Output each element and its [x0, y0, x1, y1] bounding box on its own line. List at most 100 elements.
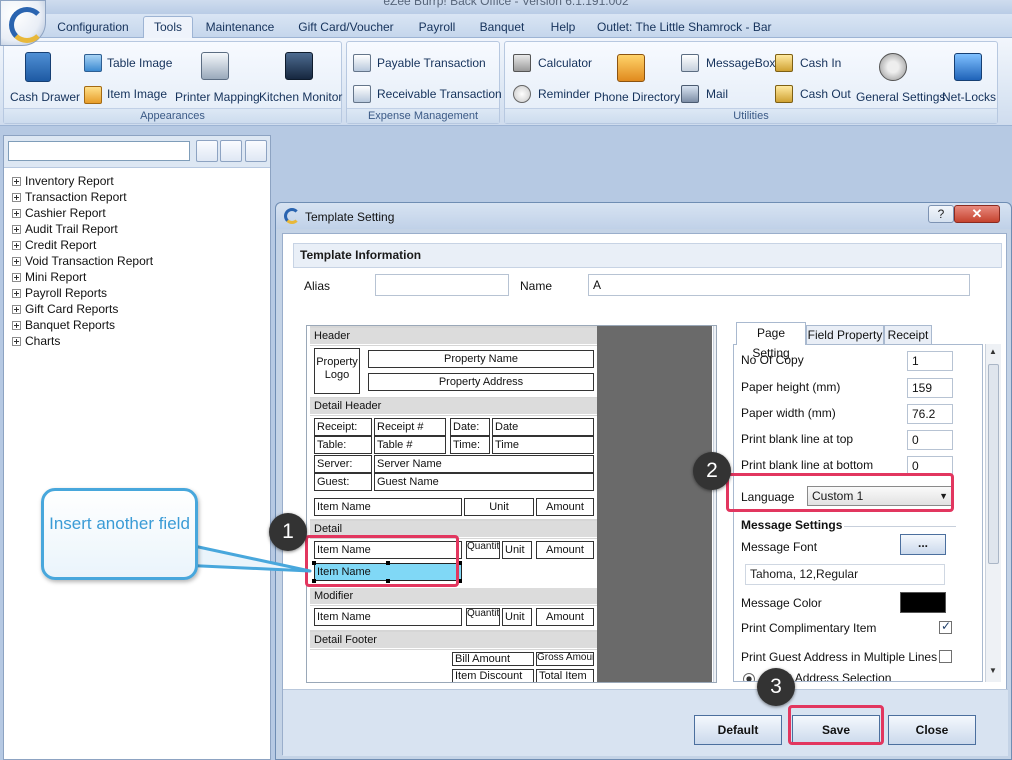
alias-input[interactable]: [375, 274, 509, 296]
field-modifier-quantity[interactable]: Quantity: [466, 608, 500, 626]
receivable-transaction-button[interactable]: Receivable Transaction: [377, 87, 502, 101]
field-property-address[interactable]: Property Address: [368, 373, 594, 391]
field-property-logo[interactable]: Property Logo: [314, 348, 360, 394]
field-quantity[interactable]: Quantity: [466, 541, 500, 559]
expand-icon[interactable]: [12, 321, 21, 330]
expand-icon[interactable]: [12, 257, 21, 266]
kitchen-monitor-button[interactable]: Kitchen Monitor: [259, 90, 342, 104]
expand-icon[interactable]: [12, 289, 21, 298]
field-table-number[interactable]: Table #: [374, 436, 446, 454]
close-button[interactable]: Close: [888, 715, 976, 745]
radio-icon[interactable]: [743, 673, 755, 681]
field-guest-name[interactable]: Guest Name: [374, 473, 594, 491]
default-button[interactable]: Default: [694, 715, 782, 745]
tab-field-property[interactable]: Field Property: [806, 325, 884, 345]
tab-payroll[interactable]: Payroll: [412, 18, 462, 38]
help-button[interactable]: ?: [928, 205, 954, 223]
field-time[interactable]: Time: [492, 436, 594, 454]
net-locks-button[interactable]: Net-Locks: [942, 90, 996, 104]
tab-page-setting[interactable]: Page Setting: [736, 322, 806, 360]
mail-button[interactable]: Mail: [706, 87, 728, 101]
payable-transaction-button[interactable]: Payable Transaction: [377, 56, 486, 70]
tab-banquet[interactable]: Banquet: [474, 18, 530, 38]
table-image-button[interactable]: Table Image: [107, 56, 172, 70]
field-guest-label[interactable]: Guest:: [314, 473, 372, 491]
tab-tools[interactable]: Tools: [143, 16, 193, 39]
field-receipt-label[interactable]: Receipt:: [314, 418, 372, 436]
calculator-button[interactable]: Calculator: [538, 56, 592, 70]
expand-icon[interactable]: [12, 305, 21, 314]
field-item-discount[interactable]: Item Discount: [452, 669, 534, 682]
tree-item-cashier-report[interactable]: Cashier Report: [12, 205, 106, 221]
scroll-thumb[interactable]: [716, 346, 717, 454]
field-amount[interactable]: Amount: [536, 541, 594, 559]
cash-drawer-button[interactable]: Cash Drawer: [10, 90, 80, 104]
expand-icon[interactable]: [12, 209, 21, 218]
messagebox-button[interactable]: MessageBox: [706, 56, 775, 70]
blank-line-top-input[interactable]: 0: [907, 430, 953, 450]
tree-item-transaction-report[interactable]: Transaction Report: [12, 189, 127, 205]
sort-icon[interactable]: [245, 140, 267, 162]
cash-out-button[interactable]: Cash Out: [800, 87, 851, 101]
reminder-button[interactable]: Reminder: [538, 87, 590, 101]
expand-icon[interactable]: [12, 337, 21, 346]
tree-item-void-transaction-report[interactable]: Void Transaction Report: [12, 253, 153, 269]
field-item-name-header[interactable]: Item Name: [314, 498, 462, 516]
tree-item-payroll-reports[interactable]: Payroll Reports: [12, 285, 107, 301]
field-modifier-unit[interactable]: Unit: [502, 608, 532, 626]
expand-icon[interactable]: [12, 273, 21, 282]
field-server-label[interactable]: Server:: [314, 455, 372, 473]
paper-height-input[interactable]: 159: [907, 378, 953, 398]
tree-item-audit-trail-report[interactable]: Audit Trail Report: [12, 221, 118, 237]
field-server-name[interactable]: Server Name: [374, 455, 594, 473]
tree-item-credit-report[interactable]: Credit Report: [12, 237, 96, 253]
tab-configuration[interactable]: Configuration: [52, 18, 134, 38]
field-unit-header[interactable]: Unit: [464, 498, 534, 516]
item-image-button[interactable]: Item Image: [107, 87, 167, 101]
printer-mapping-button[interactable]: Printer Mapping: [175, 90, 260, 104]
field-unit[interactable]: Unit: [502, 541, 532, 559]
field-gross-amount[interactable]: Gross Amount: [536, 652, 594, 666]
print-guest-address-checkbox[interactable]: [939, 650, 952, 663]
scroll-down-icon[interactable]: ▼: [989, 666, 997, 675]
tree-item-banquet-reports[interactable]: Banquet Reports: [12, 317, 115, 333]
field-table-label[interactable]: Table:: [314, 436, 372, 454]
close-window-button[interactable]: ✕: [954, 205, 1000, 223]
tab-receipt[interactable]: Receipt: [884, 325, 932, 345]
paper-width-input[interactable]: 76.2: [907, 404, 953, 424]
expand-icon[interactable]: [12, 193, 21, 202]
no-of-copy-input[interactable]: 1: [907, 351, 953, 371]
field-property-name[interactable]: Property Name: [368, 350, 594, 368]
binoculars-icon[interactable]: [196, 140, 218, 162]
refresh-icon[interactable]: [220, 140, 242, 162]
expand-icon[interactable]: [12, 225, 21, 234]
tree-item-inventory-report[interactable]: Inventory Report: [12, 173, 114, 189]
tree-item-charts[interactable]: Charts: [12, 333, 60, 349]
general-settings-button[interactable]: General Settings: [856, 90, 945, 104]
expand-icon[interactable]: [12, 241, 21, 250]
field-receipt-number[interactable]: Receipt #: [374, 418, 446, 436]
preview-scrollbar[interactable]: ▲: [713, 326, 717, 682]
field-total-item[interactable]: Total Item: [536, 669, 594, 682]
field-modifier-amount[interactable]: Amount: [536, 608, 594, 626]
field-modifier-item-name[interactable]: Item Name: [314, 608, 462, 626]
settings-scrollbar[interactable]: ▲ ▼: [985, 344, 1001, 682]
tree-search-input[interactable]: [8, 141, 190, 161]
field-date-label[interactable]: Date:: [450, 418, 490, 436]
tree-item-gift-card-reports[interactable]: Gift Card Reports: [12, 301, 118, 317]
field-date[interactable]: Date: [492, 418, 594, 436]
tree-item-mini-report[interactable]: Mini Report: [12, 269, 86, 285]
message-color-swatch[interactable]: [900, 592, 946, 613]
tab-help[interactable]: Help: [543, 18, 583, 38]
field-time-label[interactable]: Time:: [450, 436, 490, 454]
cash-in-button[interactable]: Cash In: [800, 56, 841, 70]
scroll-up-icon[interactable]: ▲: [989, 347, 997, 356]
scroll-thumb[interactable]: [988, 364, 999, 564]
field-bill-amount[interactable]: Bill Amount: [452, 652, 534, 666]
print-complimentary-checkbox[interactable]: ✓: [939, 619, 952, 634]
name-input[interactable]: A: [588, 274, 970, 296]
phone-directory-button[interactable]: Phone Directory: [594, 90, 680, 104]
tab-maintenance[interactable]: Maintenance: [202, 18, 278, 38]
tab-gift-card-voucher[interactable]: Gift Card/Voucher: [292, 18, 400, 38]
expand-icon[interactable]: [12, 177, 21, 186]
